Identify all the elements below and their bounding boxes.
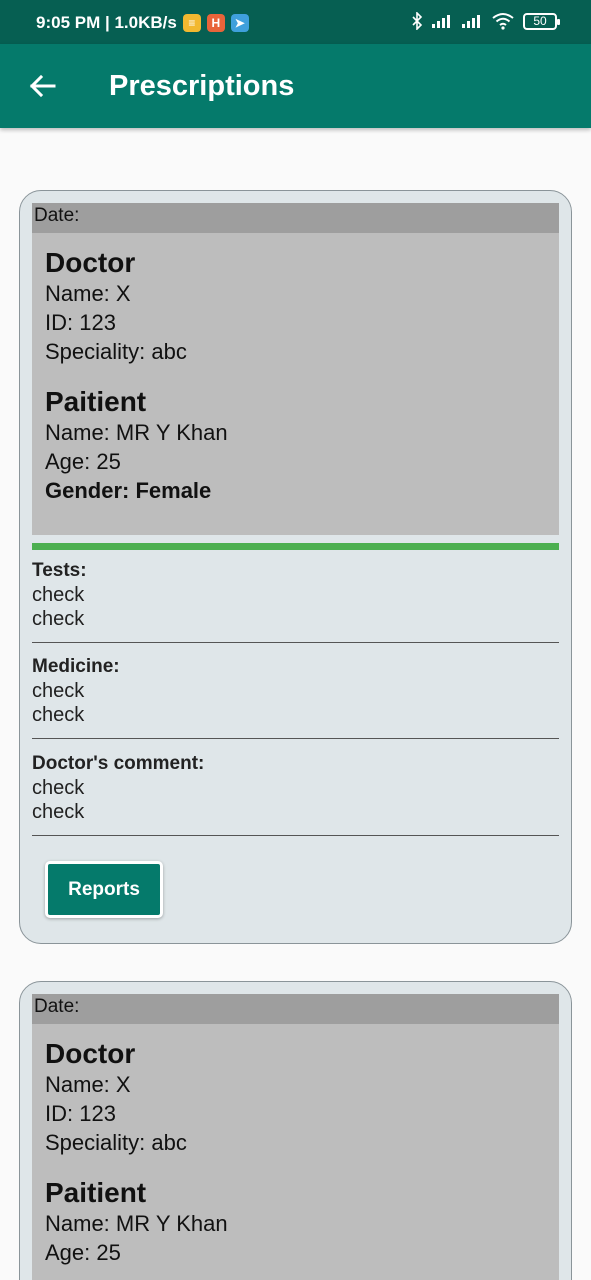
patient-gender: Gender: Female (45, 478, 212, 503)
comment-line: check (32, 777, 85, 799)
telegram-icon: ➤ (230, 14, 249, 32)
date-label: Date: (32, 203, 559, 233)
doctor-id: ID: 123 (45, 310, 116, 335)
doctor-speciality: Speciality: abc (45, 1130, 187, 1155)
medicine-title: Medicine: (32, 656, 120, 677)
info-block: Doctor Name: X ID: 123 Speciality: abc P… (32, 233, 559, 535)
divider (32, 835, 559, 836)
doctor-speciality: Speciality: abc (45, 339, 187, 364)
doctor-name: Name: X (45, 281, 131, 306)
green-divider (32, 543, 559, 550)
back-arrow-icon (29, 74, 56, 98)
prescription-card: Date: Doctor Name: X ID: 123 Speciality:… (19, 981, 572, 1280)
patient-age: Age: 25 (45, 449, 121, 474)
reports-button[interactable]: Reports (45, 861, 163, 918)
doctor-heading: Doctor (45, 1038, 136, 1069)
status-right: 50 (411, 12, 560, 30)
comment-title: Doctor's comment: (32, 753, 205, 774)
doctor-name: Name: X (45, 1072, 131, 1097)
page-title: Prescriptions (109, 70, 295, 102)
patient-name: Name: MR Y Khan (45, 1211, 228, 1236)
tests-line: check (32, 584, 85, 606)
tests-section: Tests: check check (32, 559, 559, 631)
bluetooth-icon (412, 12, 423, 30)
divider (32, 738, 559, 739)
status-bar: 9:05 PM | 1.0KB/s ≡ H ➤ 50 (0, 0, 591, 44)
message-app-icon: ≡ (182, 14, 201, 32)
signal-icon-2 (462, 15, 480, 28)
medicine-section: Medicine: check check (32, 655, 559, 727)
patient-section: Paitient Name: MR Y Khan Age: 25 (45, 1177, 546, 1267)
comment-line: check (32, 801, 85, 823)
h-app-icon: H (206, 14, 225, 32)
battery-icon: 50 (523, 12, 560, 30)
patient-heading: Paitient (45, 1177, 147, 1208)
medicine-line: check (32, 704, 85, 726)
patient-name: Name: MR Y Khan (45, 420, 228, 445)
date-label: Date: (32, 994, 559, 1024)
status-left: 9:05 PM | 1.0KB/s ≡ H ➤ (36, 13, 249, 33)
doctor-id: ID: 123 (45, 1101, 116, 1126)
wifi-icon (492, 13, 514, 30)
divider (32, 642, 559, 643)
signal-icon (432, 15, 450, 28)
patient-heading: Paitient (45, 386, 147, 417)
doctor-heading: Doctor (45, 247, 136, 278)
status-time-speed: 9:05 PM | 1.0KB/s (36, 13, 177, 32)
prescription-card: Date: Doctor Name: X ID: 123 Speciality:… (19, 190, 572, 944)
tests-line: check (32, 608, 85, 630)
comment-section: Doctor's comment: check check (32, 752, 559, 824)
patient-age: Age: 25 (45, 1240, 121, 1265)
patient-section: Paitient Name: MR Y Khan Age: 25 Gender:… (45, 386, 546, 505)
app-bar: Prescriptions (0, 44, 591, 128)
tests-title: Tests: (32, 560, 87, 581)
info-block: Doctor Name: X ID: 123 Speciality: abc P… (32, 1024, 559, 1280)
medicine-line: check (32, 680, 85, 702)
back-button[interactable] (24, 66, 64, 106)
